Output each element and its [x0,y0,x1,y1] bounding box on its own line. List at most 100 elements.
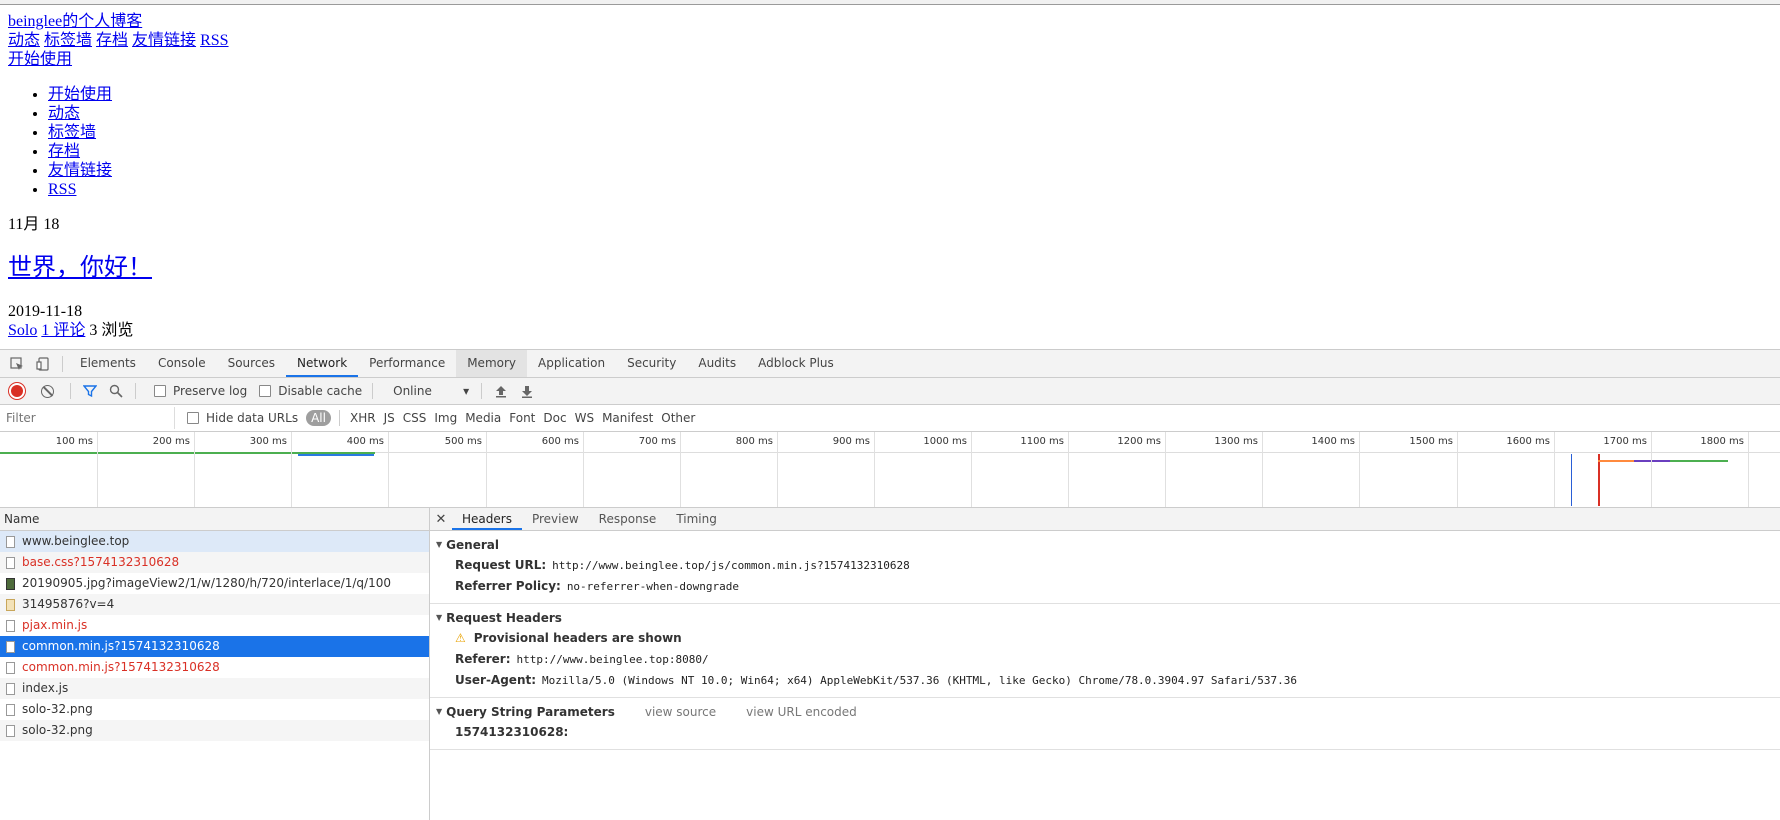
header-nav-archive[interactable]: 存档 [96,32,128,49]
filter-type-js[interactable]: JS [384,411,395,425]
header-key: Referer: [455,652,511,666]
network-overview-timeline[interactable]: 100 ms 200 ms 300 ms 400 ms 500 ms 600 ms 700 … [0,432,1780,508]
filter-type-xhr[interactable]: XHR [350,411,376,425]
menu-item-archive[interactable]: 存档 [48,143,80,160]
tab-application[interactable]: Application [527,350,616,377]
header-nav-links[interactable]: 友情链接 [132,32,196,49]
table-row[interactable]: solo-32.png [0,699,429,720]
timeline-tick-label: 800 ms [735,436,773,447]
filter-icon[interactable] [77,378,103,405]
view-url-encoded-link[interactable]: view URL encoded [746,702,857,722]
menu-item-start[interactable]: 开始使用 [48,86,112,103]
tab-console[interactable]: Console [147,350,217,377]
tab-security[interactable]: Security [616,350,687,377]
timeline-waterfall-bar [1670,460,1728,462]
throttling-select[interactable]: Online ▾ [393,384,469,398]
menu-item-dynamic[interactable]: 动态 [48,105,80,122]
timeline-gridline [291,432,292,507]
table-row[interactable]: pjax.min.js [0,615,429,636]
view-source-link[interactable]: view source [645,702,716,722]
tab-preview[interactable]: Preview [522,508,589,530]
record-icon[interactable] [11,385,23,397]
general-section-header[interactable]: ▼ General [430,535,1780,555]
checkbox-box [259,385,272,397]
menu-item-rss[interactable]: RSS [48,181,76,198]
request-headers-section-header[interactable]: ▼ Request Headers [430,608,1780,628]
inspect-element-icon[interactable] [4,350,30,377]
main-menu: 开始使用 动态 标签墙 存档 友情链接 RSS [8,85,1768,199]
timeline-gridline [1359,432,1360,507]
tab-sources[interactable]: Sources [217,350,286,377]
request-name: 20190905.jpg?imageView2/1/w/1280/h/720/i… [22,576,391,590]
timeline-tick-label: 900 ms [832,436,870,447]
post-date: 2019-11-18 [8,303,83,320]
preserve-log-checkbox[interactable]: Preserve log [154,384,247,398]
tab-network[interactable]: Network [286,350,359,377]
clear-icon[interactable] [41,384,54,398]
filter-input[interactable] [2,407,175,429]
header-nav-rss[interactable]: RSS [200,32,228,49]
query-params-section-header[interactable]: ▼ Query String Parameters view source view … [430,702,1780,722]
tab-audits[interactable]: Audits [687,350,747,377]
tab-timing[interactable]: Timing [666,508,727,530]
disable-cache-checkbox[interactable]: Disable cache [259,384,362,398]
post-author-link[interactable]: Solo [8,322,37,339]
tab-headers[interactable]: Headers [452,508,522,530]
site-title-link[interactable]: beinglee的个人博客 [8,12,1768,31]
query-param-row: 1574132310628: [430,722,1780,743]
table-row[interactable]: common.min.js?1574132310628 [0,657,429,678]
filter-type-font[interactable]: Font [509,411,535,425]
tab-memory[interactable]: Memory [456,350,528,377]
filter-type-ws[interactable]: WS [575,411,594,425]
search-icon[interactable] [103,378,129,405]
header-nav-tags[interactable]: 标签墙 [44,32,92,49]
tab-response[interactable]: Response [589,508,667,530]
header-value: no-referrer-when-downgrade [566,580,739,593]
menu-item-tags[interactable]: 标签墙 [48,124,96,141]
document-icon [6,682,15,695]
timeline-gridline [97,432,98,507]
name-column-header[interactable]: Name [0,508,429,531]
image-icon [6,598,15,611]
filter-type-other[interactable]: Other [661,411,695,425]
post-title: 世界，你好！ [8,254,1768,282]
toolbar-divider [372,383,374,399]
table-row[interactable]: 20190905.jpg?imageView2/1/w/1280/h/720/i… [0,573,429,594]
dropdown-arrow-icon: ▾ [463,384,470,398]
filter-type-img[interactable]: Img [434,411,457,425]
filter-type-manifest[interactable]: Manifest [602,411,653,425]
device-toolbar-icon[interactable] [30,350,56,377]
menu-item-links[interactable]: 友情链接 [48,162,112,179]
timeline-waterfall-bar [1634,460,1670,462]
header-value: http://www.beinglee.top:8080/ [516,653,709,666]
tab-elements[interactable]: Elements [69,350,147,377]
menu-item: 存档 [48,142,1768,161]
filter-type-media[interactable]: Media [465,411,501,425]
checkbox-box [187,412,199,424]
post-title-link[interactable]: 世界，你好！ [8,255,152,281]
table-row[interactable]: common.min.js?1574132310628 [0,636,429,657]
header-nav-dynamic[interactable]: 动态 [8,32,40,49]
close-icon[interactable]: ✕ [430,512,452,527]
hide-data-urls-checkbox[interactable]: Hide data URLs [187,411,298,425]
timeline-tick-label: 500 ms [444,436,482,447]
tab-performance[interactable]: Performance [358,350,456,377]
table-row[interactable]: 31495876?v=4 [0,594,429,615]
table-row[interactable]: base.css?1574132310628 [0,552,429,573]
export-har-icon[interactable] [514,378,540,405]
filter-type-all[interactable]: All [306,410,331,426]
filter-type-doc[interactable]: Doc [543,411,566,425]
post-comments-link[interactable]: 1 评论 [41,322,85,339]
import-har-icon[interactable] [488,378,514,405]
table-row[interactable]: www.beinglee.top [0,531,429,552]
timeline-tick-label: 1600 ms [1506,436,1550,447]
section-title: Query String Parameters [446,705,615,719]
table-row[interactable]: index.js [0,678,429,699]
tab-adblock-plus[interactable]: Adblock Plus [747,350,845,377]
timeline-tick-label: 1300 ms [1214,436,1258,447]
filter-type-css[interactable]: CSS [403,411,427,425]
header-nav: 动态 标签墙 存档 友情链接 RSS [8,31,1768,50]
start-link[interactable]: 开始使用 [8,50,1768,69]
table-row[interactable]: solo-32.png [0,720,429,741]
timeline-gridline [583,432,584,507]
